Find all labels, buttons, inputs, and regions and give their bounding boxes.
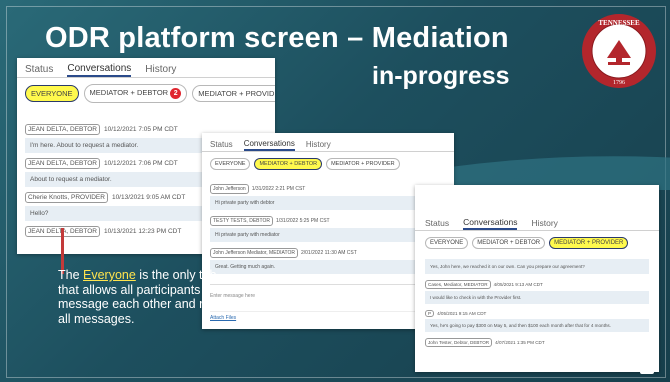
- message-text: I would like to check in with the Provid…: [425, 291, 649, 304]
- pill-mediator-provider[interactable]: MEDIATOR + PROVIDER: [549, 237, 629, 249]
- slide-subtitle: in-progress: [372, 62, 510, 90]
- caption-pre: The: [58, 268, 84, 282]
- tab-conversations[interactable]: Conversations: [243, 139, 295, 151]
- tab-history[interactable]: History: [531, 218, 557, 230]
- message-time: 10/12/2021 7:05 PM CDT: [104, 126, 178, 133]
- slide-number-box: [640, 362, 654, 374]
- tab-bar: Status Conversations History: [415, 215, 659, 231]
- message-author: JEAN DELTA, DEBTOR: [25, 124, 100, 135]
- message-time: 1/31/2022 5:25 PM CST: [275, 218, 330, 224]
- message-item: John Jefferson Mediator, MEDIATOR 2/01/20…: [210, 248, 446, 274]
- tab-conversations[interactable]: Conversations: [463, 217, 518, 230]
- pill-mediator-debtor[interactable]: MEDIATOR + DEBTOR: [472, 237, 546, 249]
- message-text: Yes, John here, we reached it on our own…: [425, 259, 649, 274]
- tab-bar: Status Conversations History: [17, 58, 275, 78]
- message-time: 10/13/2021 12:23 PM CDT: [104, 228, 182, 235]
- message-time: 2/01/2022 11:30 AM CST: [300, 250, 357, 256]
- message-item: P 4/05/2021 9:15 AM CDT Yes, he's going t…: [425, 310, 649, 332]
- message-author: Cases, Mediator, MEDIATOR: [425, 280, 491, 289]
- message-author: John Tester, Debtor, DEBTOR: [425, 338, 493, 347]
- pill-mediator-provider[interactable]: MEDIATOR + PROVIDER: [326, 158, 400, 170]
- pill-mediator-provider[interactable]: MEDIATOR + PROVIDER: [192, 85, 275, 102]
- pill-everyone[interactable]: EVERYONE: [210, 158, 251, 170]
- message-text: Hi private party with mediator: [210, 228, 446, 242]
- tab-status[interactable]: Status: [210, 140, 233, 151]
- message-author: P: [425, 310, 435, 317]
- message-item: John Jefferson 1/31/2022 2:21 PM CST Hi p…: [210, 184, 446, 210]
- message-time: 10/13/2021 9:05 AM CDT: [111, 194, 186, 201]
- unread-badge: 2: [170, 88, 182, 99]
- pill-mediator-debtor-label: MEDIATOR + DEBTOR: [89, 88, 169, 97]
- seal-top-text: TENNESSEE: [598, 19, 640, 27]
- judiciary-seal-logo: TENNESSEE 1796: [582, 14, 656, 88]
- message-time: 4/07/2021 1:35 PM CDT: [495, 340, 545, 345]
- message-input[interactable]: Enter message here: [210, 284, 446, 311]
- pill-mediator-debtor[interactable]: MEDIATOR + DEBTOR 2: [83, 84, 188, 103]
- pill-everyone[interactable]: EVERYONE: [425, 237, 469, 249]
- message-time: 1/31/2022 2:21 PM CST: [251, 186, 306, 192]
- message-author: John Jefferson Mediator, MEDIATOR: [210, 248, 298, 258]
- conversation-filter: EVERYONE MEDIATOR + DEBTOR 2 MEDIATOR + …: [17, 78, 275, 109]
- tab-conversations[interactable]: Conversations: [67, 63, 132, 77]
- slide-title: ODR platform screen – Mediation: [45, 22, 509, 54]
- pill-mediator-debtor[interactable]: MEDIATOR + DEBTOR: [254, 158, 323, 170]
- message-author: Cherie Knotts, PROVIDER: [25, 192, 108, 203]
- message-time: 10/12/2021 7:06 PM CDT: [104, 160, 178, 167]
- message-item: TESTY TESTS, DEBTOR 1/31/2022 5:25 PM CST…: [210, 216, 446, 242]
- seal-year: 1796: [613, 80, 625, 86]
- message-author: John Jefferson: [210, 184, 249, 194]
- message-time: 4/05/2021 9:15 AM CDT: [437, 311, 487, 316]
- message-item: Cases, Mediator, MEDIATOR 4/05/2021 9:13 …: [425, 280, 649, 304]
- message-author: TESTY TESTS, DEBTOR: [210, 216, 273, 226]
- pill-everyone[interactable]: EVERYONE: [25, 85, 79, 102]
- message-list: Yes, John here, we reached it on our own…: [415, 255, 659, 347]
- message-text: Yes, he's going to pay $300 on May 5, an…: [425, 319, 649, 332]
- caption-highlight: Everyone: [83, 268, 136, 282]
- message-time: 4/05/2021 9:13 AM CDT: [493, 282, 543, 287]
- tab-bar: Status Conversations History: [202, 133, 454, 152]
- conversation-filter: EVERYONE MEDIATOR + DEBTOR MEDIATOR + PR…: [202, 152, 454, 176]
- message-item: John Tester, Debtor, DEBTOR 4/07/2021 1:3…: [425, 338, 649, 347]
- tab-status[interactable]: Status: [25, 64, 53, 77]
- screenshot-mediator-provider-tab: Status Conversations History EVERYONE ME…: [415, 185, 659, 372]
- tab-history[interactable]: History: [145, 64, 176, 77]
- tab-status[interactable]: Status: [425, 218, 449, 230]
- message-text: Great. Getting much again.: [210, 260, 446, 274]
- tab-history[interactable]: History: [306, 140, 331, 151]
- conversation-filter: EVERYONE MEDIATOR + DEBTOR MEDIATOR + PR…: [415, 231, 659, 255]
- everyone-tab-caption: The Everyone is the only tab that allows…: [58, 268, 230, 326]
- message-text: Hi private party with debtor: [210, 196, 446, 210]
- message-author: JEAN DELTA, DEBTOR: [25, 158, 100, 169]
